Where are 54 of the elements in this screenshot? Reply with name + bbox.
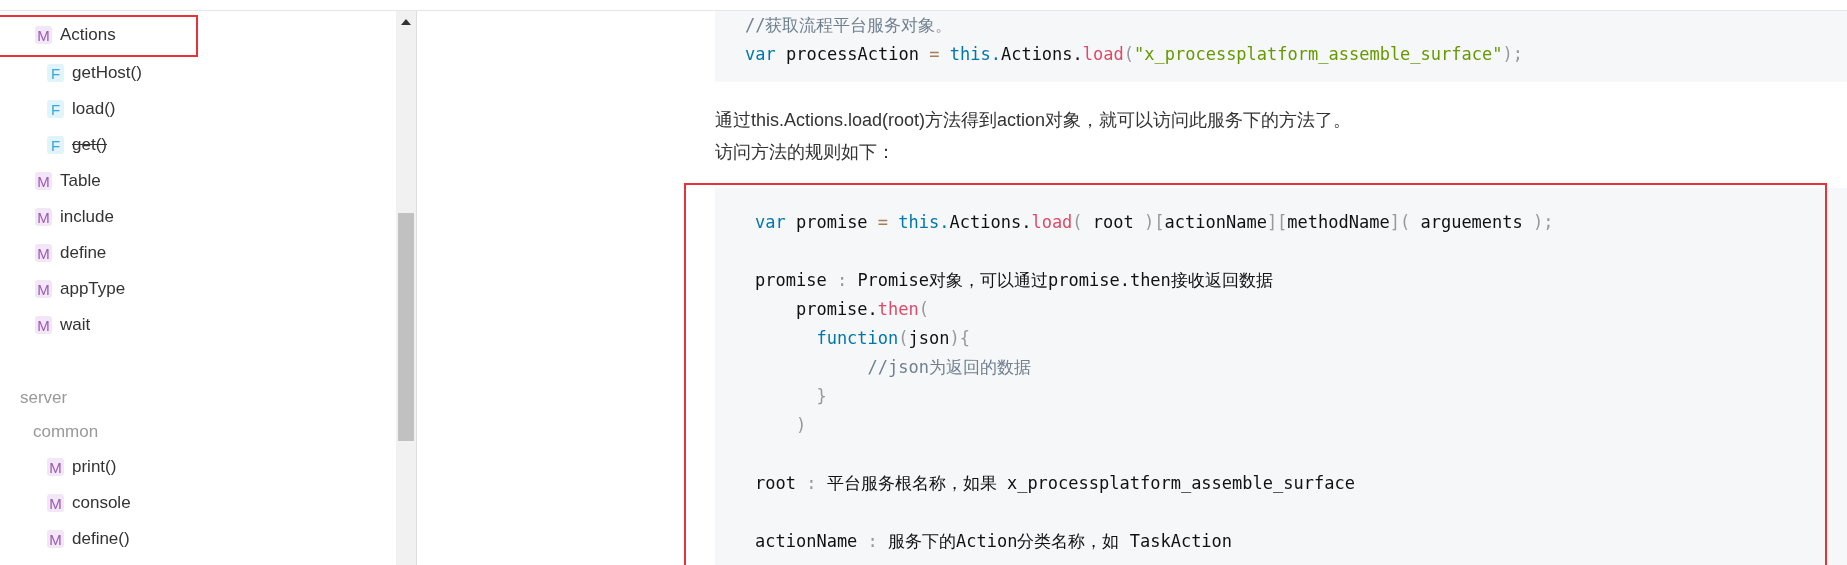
nav-row[interactable]: M define() xyxy=(0,521,396,557)
module-badge: M xyxy=(35,244,52,262)
nav-item[interactable]: load() xyxy=(72,99,116,119)
module-badge: M xyxy=(47,458,64,476)
nav-item[interactable]: console xyxy=(72,493,131,513)
code-line: promise.then( xyxy=(794,298,931,321)
nav-row[interactable]: F getHost() xyxy=(0,55,396,91)
nav-row[interactable]: M wait xyxy=(0,307,396,343)
code-line: var processAction = this.Actions.load("x_processplatform_assemble_surface"); xyxy=(745,43,1524,66)
code-line: //获取流程平台服务对象。 xyxy=(745,14,954,37)
module-badge: M xyxy=(35,280,52,298)
function-badge: F xyxy=(47,136,64,154)
nav-item[interactable]: define() xyxy=(72,529,130,549)
nav-item[interactable]: print() xyxy=(72,457,117,477)
section-heading: server xyxy=(20,388,68,408)
scrollbar[interactable] xyxy=(396,11,417,565)
paragraph-text: 访问方法的规则如下： xyxy=(715,141,896,164)
nav-row[interactable]: M Actions xyxy=(0,15,396,55)
scroll-up-icon[interactable] xyxy=(401,19,411,25)
code-line: } xyxy=(815,385,828,408)
code-line: promise : Promise对象，可以通过promise.then接收返回数据 xyxy=(755,269,1274,292)
nav-item[interactable]: Actions xyxy=(60,25,116,45)
module-badge: M xyxy=(35,172,52,190)
nav-row[interactable]: M print() xyxy=(0,449,396,485)
function-badge: F xyxy=(47,64,64,82)
nav-row[interactable]: M Table xyxy=(0,163,396,199)
paragraph-text: 通过this.Actions.load(root)方法得到action对象，就可以访问此服务下的方法了。 xyxy=(715,109,1353,132)
nav-item[interactable]: Table xyxy=(60,171,101,191)
code-line: actionName : 服务下的Action分类名称，如 TaskAction xyxy=(755,530,1234,553)
nav-item[interactable]: getHost() xyxy=(72,63,142,83)
module-badge: M xyxy=(35,316,52,334)
nav-row[interactable]: M appType xyxy=(0,271,396,307)
code-line: var promise = this.Actions.load( root )[actionName][methodName]( arguements ); xyxy=(755,211,1555,234)
nav-row[interactable]: M console xyxy=(0,485,396,521)
nav-row[interactable]: M define xyxy=(0,235,396,271)
module-badge: M xyxy=(35,26,52,44)
nav-item[interactable]: define xyxy=(60,243,107,263)
nav-row[interactable]: F load() xyxy=(0,91,396,127)
subsection-heading: common xyxy=(33,422,99,442)
code-line: function(json){ xyxy=(815,327,971,350)
nav-item[interactable]: wait xyxy=(60,315,91,335)
module-badge: M xyxy=(35,208,52,226)
nav-row[interactable]: F get() xyxy=(0,127,396,163)
code-line: //json为返回的数据 xyxy=(866,356,1032,379)
nav-item[interactable]: include xyxy=(60,207,114,227)
module-badge: M xyxy=(47,494,64,512)
code-line: root : 平台服务根名称，如果 x_processplatform_assemble_surface xyxy=(755,472,1356,495)
module-badge: M xyxy=(47,530,64,548)
function-badge: F xyxy=(47,100,64,118)
nav-item[interactable]: get() xyxy=(72,135,107,155)
nav-row[interactable]: M include xyxy=(0,199,396,235)
scroll-thumb[interactable] xyxy=(398,213,414,441)
nav-item[interactable]: appType xyxy=(60,279,126,299)
code-line: ) xyxy=(794,414,808,437)
